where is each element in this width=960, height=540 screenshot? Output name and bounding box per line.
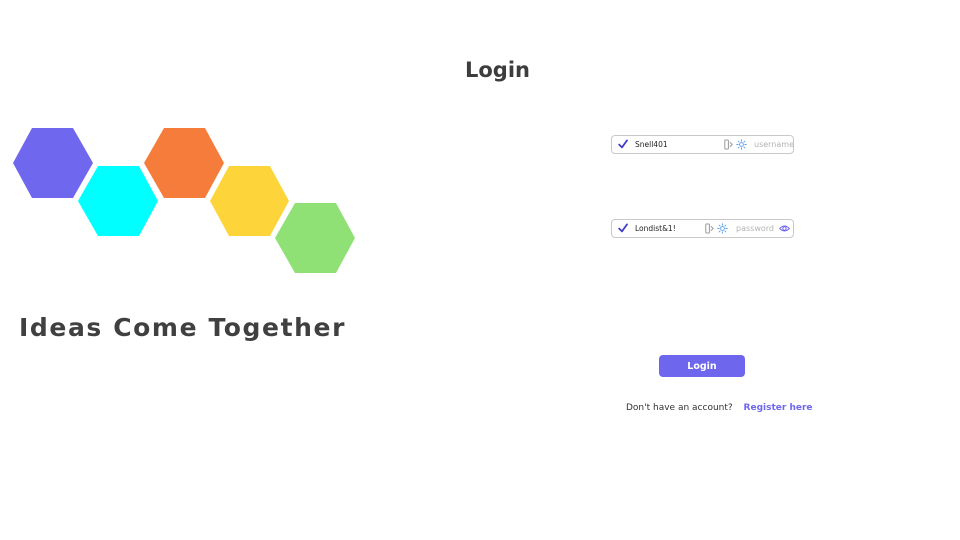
key-icon[interactable] [724, 139, 733, 150]
hexagon-yellow [210, 166, 289, 236]
sparkle-icon[interactable] [736, 139, 747, 150]
register-prompt: Don't have an account? [626, 403, 733, 413]
hexagon-cyan [78, 166, 158, 236]
password-field[interactable]: password [611, 219, 794, 238]
check-icon [618, 139, 628, 149]
login-page: Login Ideas Come Together Snell401 usern… [0, 0, 960, 540]
register-prompt-line: Don't have an account? Register here [626, 403, 813, 413]
brand-tagline: Ideas Come Together [19, 313, 347, 342]
password-placeholder: password [736, 224, 774, 233]
hexagon-orange [144, 128, 224, 198]
username-input[interactable] [635, 136, 719, 153]
eye-icon[interactable] [779, 223, 790, 234]
username-placeholder: username [754, 140, 794, 149]
hexagon-purple [13, 128, 93, 198]
hexagon-green [275, 203, 355, 273]
login-button[interactable]: Login [659, 355, 745, 377]
key-icon[interactable] [705, 223, 714, 234]
username-field[interactable]: username [611, 135, 794, 154]
sparkle-icon[interactable] [717, 223, 728, 234]
check-icon [618, 223, 628, 233]
register-link[interactable]: Register here [744, 403, 813, 413]
hexagon-logo [13, 128, 355, 273]
password-input[interactable] [635, 220, 701, 237]
